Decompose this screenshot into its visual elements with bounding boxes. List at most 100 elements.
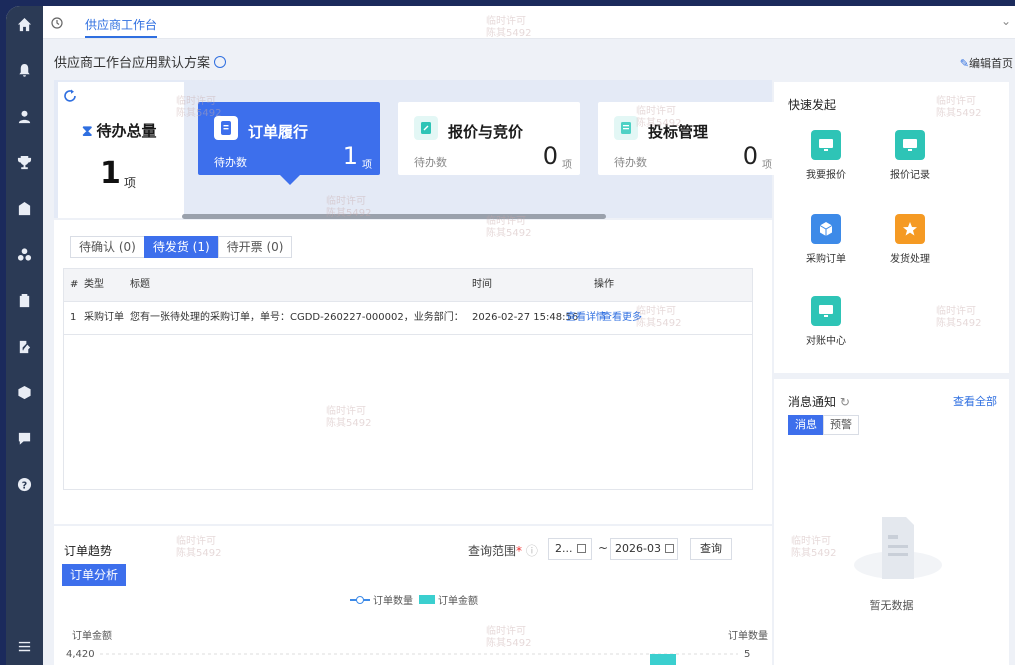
todo-area: ⧗ 待办总量 1 项 订单履行 待办数 1 项 报价与竞价 待办数 0 项 投标… <box>54 80 780 219</box>
row-time: 2026-02-27 15:48:56 <box>472 312 579 323</box>
tab-supplier-workbench[interactable]: 供应商工作台 <box>85 16 158 38</box>
card-unit: 项 <box>762 160 772 171</box>
clipboard-icon[interactable] <box>14 290 34 310</box>
row-title: 您有一张待处理的采购订单，单号：CGDD-260227-000002，业务部门：… <box>130 312 464 323</box>
horizontal-scrollbar[interactable] <box>182 214 606 219</box>
collapse-menu-icon[interactable] <box>14 636 34 656</box>
empty-data-icon <box>854 517 942 579</box>
tab-pending-invoice[interactable]: 待开票 (0) <box>217 236 293 258</box>
quick-item-shipment[interactable]: 发货处理 <box>880 214 940 265</box>
monitor-icon <box>895 130 925 160</box>
status-tabs: 待确认 (0) 待发货 (1) 待开票 (0) <box>70 236 293 258</box>
col-type: 类型 <box>84 279 104 290</box>
monitor-icon <box>811 296 841 326</box>
chart-legend: 订单数量 订单金额 <box>350 592 478 607</box>
y-axis-left-label: 订单金额 <box>72 629 112 642</box>
quick-item-label: 发货处理 <box>890 254 930 265</box>
sidebar: ? <box>6 6 43 665</box>
message-icon[interactable] <box>14 428 34 448</box>
trend-title: 订单趋势 <box>64 544 113 558</box>
card-title: 报价与竞价 <box>448 123 524 141</box>
card-count: 1 <box>342 142 358 170</box>
quick-item-reconciliation[interactable]: 对账中心 <box>796 296 856 347</box>
card-label: 待办数 <box>214 156 247 169</box>
quick-item-label: 对账中心 <box>806 336 846 347</box>
group-icon[interactable] <box>14 244 34 264</box>
quick-launch-title: 快速发起 <box>788 98 837 112</box>
quick-item-purchase-order[interactable]: 采购订单 <box>796 214 856 265</box>
table-row: 1 采购订单 您有一张待处理的采购订单，单号：CGDD-260227-00000… <box>64 302 752 335</box>
todo-total-title: ⧗ 待办总量 <box>82 120 157 141</box>
col-index: # <box>70 279 79 290</box>
tab-bar: 供应商工作台 ⌄ <box>43 6 1015 39</box>
date-separator: ~ <box>598 541 609 555</box>
required-mark: * <box>516 544 523 558</box>
user-icon[interactable] <box>14 106 34 126</box>
chevron-down-icon[interactable]: ⌄ <box>1001 14 1011 28</box>
quick-item-quote-records[interactable]: 报价记录 <box>880 130 940 181</box>
quick-item-quote[interactable]: 我要报价 <box>796 130 856 181</box>
order-analysis-button[interactable]: 订单分析 <box>62 564 127 586</box>
row-index: 1 <box>70 312 77 323</box>
amount-bar-label: 4420 <box>652 643 675 653</box>
legend-amount-marker[interactable] <box>419 595 435 604</box>
view-more-link[interactable]: 查看更多 <box>602 302 642 334</box>
building-icon[interactable] <box>14 198 34 218</box>
end-date-value: 2026-03 <box>615 542 661 555</box>
end-date-picker[interactable]: 2026-03 <box>610 538 678 560</box>
col-title: 标题 <box>130 279 150 290</box>
bell-icon[interactable] <box>14 60 34 80</box>
col-action: 操作 <box>594 279 614 290</box>
legend-count-label: 订单数量 <box>373 596 413 607</box>
quick-item-label: 采购订单 <box>806 254 846 265</box>
card-title: 投标管理 <box>648 123 709 141</box>
tab-warnings[interactable]: 预警 <box>823 415 859 435</box>
tab-pending-confirm[interactable]: 待确认 (0) <box>70 236 145 258</box>
row-type: 采购订单 <box>84 312 124 323</box>
todo-total-label: 待办总量 <box>96 122 157 140</box>
card-bid-management[interactable]: 投标管理 待办数 0 项 <box>598 102 780 175</box>
cube-icon[interactable] <box>14 382 34 402</box>
tab-messages[interactable]: 消息 <box>788 415 824 435</box>
empty-text: 暂无数据 <box>869 599 914 612</box>
todo-total-card: ⧗ 待办总量 1 项 <box>58 82 184 218</box>
card-unit: 项 <box>362 160 372 171</box>
card-title: 订单履行 <box>248 123 309 141</box>
refresh-icon[interactable]: ↻ <box>840 395 850 409</box>
card-count: 0 <box>742 142 758 170</box>
history-icon[interactable] <box>49 15 65 31</box>
edit-home-button[interactable]: ✎编辑首页 <box>960 55 1013 71</box>
scheme-switch-icon[interactable] <box>214 56 227 68</box>
message-title-text: 消息通知 <box>788 395 837 409</box>
refresh-icon[interactable] <box>62 88 78 104</box>
info-icon: ⓘ <box>525 544 538 558</box>
home-icon[interactable] <box>14 14 34 34</box>
todo-total-unit: 项 <box>124 176 137 190</box>
card-order-fulfillment[interactable]: 订单履行 待办数 1 项 <box>198 102 380 185</box>
query-button[interactable]: 查询 <box>690 538 732 560</box>
message-panel: 消息通知 ↻ 查看全部 消息 预警 暂无数据 <box>774 379 1009 665</box>
view-all-link[interactable]: 查看全部 <box>953 393 997 409</box>
range-label: 查询范围* ⓘ <box>468 542 538 559</box>
quick-item-label: 我要报价 <box>806 170 846 181</box>
calendar-icon <box>576 544 586 553</box>
amount-bar[interactable] <box>650 654 676 665</box>
legend-count-marker[interactable] <box>350 595 370 604</box>
app-screen: ? 供应商工作台 ⌄ 供应商工作台应用默认方案 ✎编辑首页 ⧗待办总量 1 项 <box>6 6 1015 665</box>
legend-amount-label: 订单金额 <box>438 596 478 607</box>
app-frame: ? 供应商工作台 ⌄ 供应商工作台应用默认方案 ✎编辑首页 ⧗待办总量 1 项 <box>0 0 1015 665</box>
card-quote-bidding[interactable]: 报价与竞价 待办数 0 项 <box>398 102 580 175</box>
document-icon <box>214 116 238 140</box>
edit-home-label: 编辑首页 <box>969 57 1013 70</box>
star-icon <box>895 214 925 244</box>
help-icon[interactable]: ? <box>14 474 34 494</box>
view-detail-link[interactable]: 查看详情 <box>566 302 606 334</box>
start-date-picker[interactable]: 2... <box>548 538 592 560</box>
edit-doc-icon[interactable] <box>14 336 34 356</box>
trophy-icon[interactable] <box>14 152 34 172</box>
tab-pending-shipment[interactable]: 待发货 (1) <box>143 236 219 258</box>
todo-total-count: 1 <box>100 156 121 191</box>
card-count: 0 <box>542 142 558 170</box>
svg-text:?: ? <box>21 480 26 491</box>
calendar-icon <box>664 544 674 553</box>
